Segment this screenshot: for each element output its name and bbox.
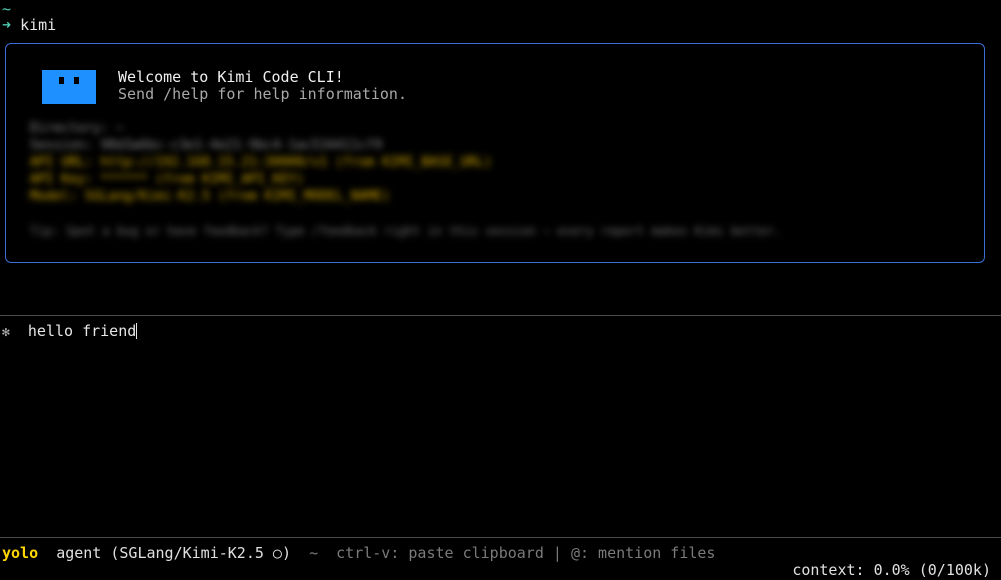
status-bar: yolo agent (SGLang/Kimi-K2.5 ○) ~ ctrl-v… xyxy=(2,544,715,562)
shell-prompt: ➜ kimi xyxy=(2,16,56,34)
welcome-title: Welcome to Kimi Code CLI! xyxy=(118,68,344,86)
welcome-subtitle: Send /help for help information. xyxy=(118,85,407,103)
prompt-input-value[interactable]: hello friend xyxy=(28,322,136,340)
agent-label: agent (SGLang/Kimi-K2.5 ○) xyxy=(56,544,291,562)
shell-command: kimi xyxy=(20,16,57,34)
mode-badge: yolo xyxy=(2,544,39,562)
status-divider xyxy=(0,537,1001,538)
info-tip: Tip: Spot a bug or have feedback? Type /… xyxy=(30,224,782,238)
prompt-arrow-icon: ➜ xyxy=(2,16,12,34)
kimi-logo-icon xyxy=(42,70,96,104)
logo-eye-right xyxy=(74,77,79,84)
info-api-key: API Key: ****** (from KIMI_API_KEY) xyxy=(30,172,304,187)
logo-eye-left xyxy=(59,77,64,84)
context-usage: context: 0.0% (0/100k) xyxy=(792,561,991,579)
status-separator: ~ xyxy=(309,544,319,562)
sparkle-icon: ✻ xyxy=(2,325,10,340)
info-directory: Directory: ~ xyxy=(30,121,124,136)
info-model: Model: SGLang/Kimi-K2.5 (from KIMI_MODEL… xyxy=(30,189,391,204)
input-top-divider xyxy=(0,315,1001,316)
info-api-url: API URL: http://192.168.15.21:30000/v1 (… xyxy=(30,155,492,170)
info-session: Session: 98d3a6bc-c3e1-4e21-9bc4-1ac5344… xyxy=(30,138,383,153)
prompt-input[interactable]: ✻ hello friend xyxy=(2,322,138,342)
keyboard-hints: ctrl-v: paste clipboard | @: mention fil… xyxy=(336,544,716,562)
text-cursor xyxy=(136,323,138,339)
welcome-panel: Welcome to Kimi Code CLI! Send /help for… xyxy=(5,43,985,263)
